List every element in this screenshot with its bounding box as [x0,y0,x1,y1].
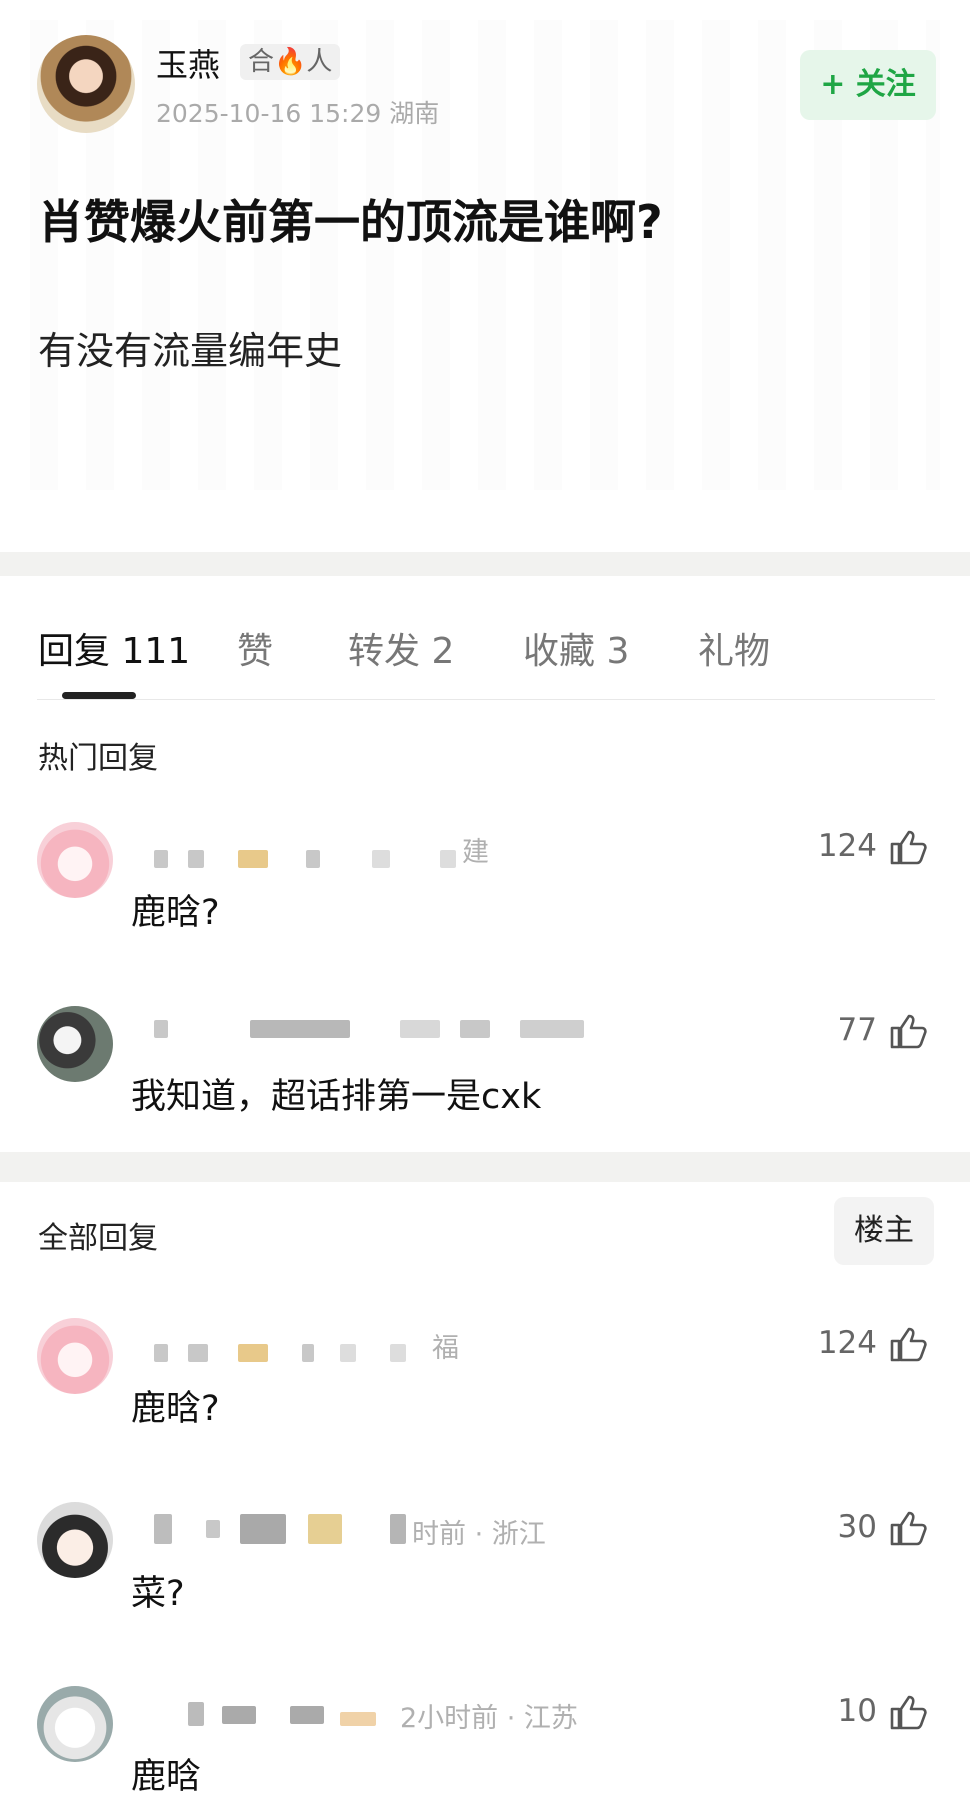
active-tab-indicator [62,692,136,699]
post-meta: 2025-10-16 15:29 湖南 [156,99,440,128]
tab-reposts[interactable]: 转发 2 [348,622,454,674]
thumbs-up-icon[interactable] [888,1011,928,1051]
commenter-meta-blurred [150,1514,410,1544]
author-badge: 合🔥人 [240,44,341,80]
comment-text: 我知道，超话排第一是cxk [131,1077,542,1117]
tab-likes[interactable]: 赞 [237,622,273,674]
thumbs-up-icon[interactable] [888,1508,928,1548]
commenter-meta: 时前 · 浙江 [412,1519,546,1550]
comment-text: 菜? [131,1574,185,1614]
all-replies-title: 全部回复 [38,1221,158,1256]
author-name[interactable]: 玉燕 [156,40,220,86]
commenter-meta-blurred [150,1702,400,1726]
op-only-filter-button[interactable]: 楼主 [834,1197,934,1265]
commenter-meta-blurred [150,1344,430,1362]
like-count: 124 [817,828,877,864]
post-body: 有没有流量编年史 [38,329,343,373]
comment-text: 鹿晗 [131,1757,202,1797]
comment-text: 鹿晗? [131,1389,220,1429]
thumbs-up-icon[interactable] [888,1692,928,1732]
post-title: 肖赞爆火前第一的顶流是谁啊? [38,195,663,249]
commenter-avatar[interactable] [37,822,113,898]
like-count: 77 [837,1012,877,1048]
comment-text: 鹿晗? [131,893,220,933]
section-divider [0,552,970,576]
commenter-meta-blurred [150,850,470,868]
like-count: 124 [817,1325,877,1361]
tab-favorites[interactable]: 收藏 3 [523,622,629,674]
like-count: 30 [837,1509,877,1545]
commenter-avatar[interactable] [37,1686,113,1762]
commenter-meta: 建 [462,837,489,868]
commenter-avatar[interactable] [37,1318,113,1394]
thumbs-up-icon[interactable] [888,1324,928,1364]
commenter-avatar[interactable] [37,1006,113,1082]
tab-replies[interactable]: 回复 111 [38,622,190,674]
commenter-meta-blurred [150,1020,610,1038]
tab-divider [37,699,935,700]
commenter-avatar[interactable] [37,1502,113,1578]
tab-gifts[interactable]: 礼物 [698,622,770,674]
like-count: 10 [837,1693,877,1729]
commenter-meta: 福 [432,1333,459,1364]
section-divider [0,1152,970,1182]
hot-replies-title: 热门回复 [38,741,158,776]
follow-button[interactable]: + 关注 [800,50,936,120]
commenter-meta: 2小时前 · 江苏 [400,1703,578,1734]
author-avatar[interactable] [37,35,135,133]
thumbs-up-icon[interactable] [888,827,928,867]
